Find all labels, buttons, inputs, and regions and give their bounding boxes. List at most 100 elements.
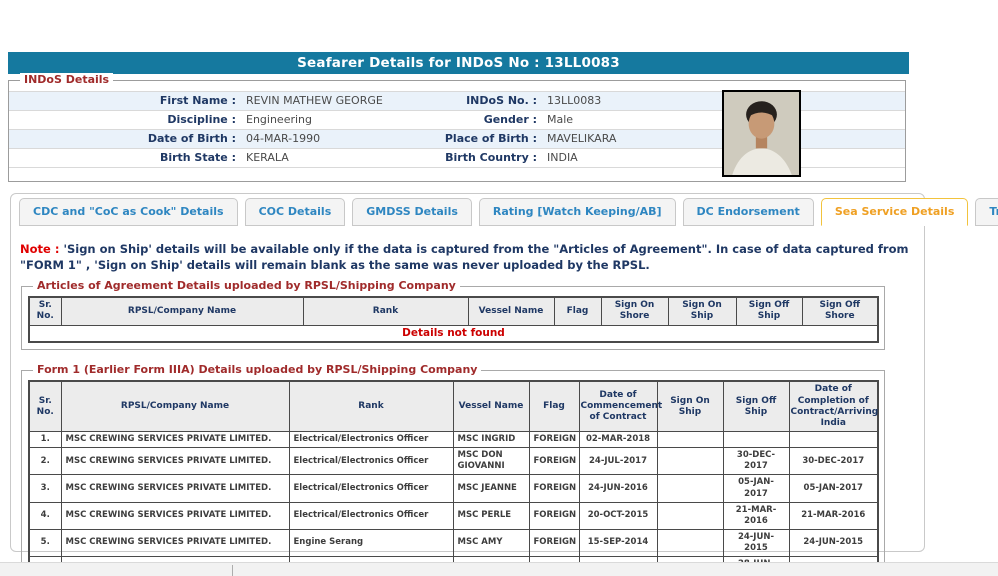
- table-cell: 05-JAN-2017: [789, 475, 878, 502]
- table-cell: [657, 475, 723, 502]
- note-label: Note :: [20, 242, 59, 256]
- column-header: Rank: [289, 381, 453, 432]
- table-cell: 24-JUN-2015: [723, 529, 789, 556]
- column-header: RPSL/Company Name: [61, 297, 303, 325]
- table-cell: 02-MAR-2018: [579, 432, 657, 448]
- field-label: Gender :: [441, 111, 537, 129]
- table-cell: FOREIGN: [529, 529, 579, 556]
- table-cell: MSC INGRID: [453, 432, 529, 448]
- table-cell: 3.: [29, 475, 61, 502]
- field-label: First Name :: [9, 92, 236, 110]
- table-cell: 30-DEC-2017: [723, 448, 789, 475]
- column-header: RPSL/Company Name: [61, 381, 289, 432]
- table-cell: 4.: [29, 502, 61, 529]
- column-header: Sign Off Shore: [802, 297, 878, 325]
- table-cell: 15-SEP-2014: [579, 529, 657, 556]
- table-cell: Electrical/Electronics Officer: [289, 448, 453, 475]
- table-cell: 21-MAR-2016: [723, 502, 789, 529]
- table-cell: [657, 502, 723, 529]
- table-cell: 2.: [29, 448, 61, 475]
- seafarer-details-page: Seafarer Details for INDoS No : 13LL0083…: [0, 0, 998, 576]
- field-value: INDIA: [537, 149, 905, 167]
- table-cell: 24-JUL-2017: [579, 448, 657, 475]
- field-value: Engineering: [236, 111, 441, 129]
- table-header-row: Sr. No. RPSL/Company Name Rank Vessel Na…: [29, 381, 878, 432]
- tab-rating-watch-keeping-ab[interactable]: Rating [Watch Keeping/AB]: [479, 198, 676, 226]
- form1-table: Sr. No. RPSL/Company Name Rank Vessel Na…: [28, 380, 879, 576]
- table-cell: [657, 529, 723, 556]
- table-cell: FOREIGN: [529, 502, 579, 529]
- field-label: Birth State :: [9, 149, 236, 167]
- note: Note : 'Sign on Ship' details will be av…: [20, 241, 914, 273]
- table-cell: MSC CREWING SERVICES PRIVATE LIMITED.: [61, 432, 289, 448]
- field-label: Date of Birth :: [9, 130, 236, 148]
- page-title-bar: Seafarer Details for INDoS No : 13LL0083: [8, 52, 909, 74]
- table-cell: [657, 448, 723, 475]
- table-cell: MSC CREWING SERVICES PRIVATE LIMITED.: [61, 448, 289, 475]
- column-header: Date of Completion of Contract/Arriving …: [789, 381, 878, 432]
- note-text: 'Sign on Ship' details will be available…: [20, 242, 908, 272]
- column-header: Rank: [303, 297, 468, 325]
- horizontal-scrollbar[interactable]: [0, 562, 998, 576]
- column-header: Sign On Ship: [657, 381, 723, 432]
- table-cell: MSC CREWING SERVICES PRIVATE LIMITED.: [61, 475, 289, 502]
- column-header: Flag: [554, 297, 601, 325]
- table-row: Details not found: [29, 325, 878, 342]
- table-cell: [657, 432, 723, 448]
- table-cell: FOREIGN: [529, 475, 579, 502]
- table-cell: MSC CREWING SERVICES PRIVATE LIMITED.: [61, 529, 289, 556]
- table-cell: 21-MAR-2016: [789, 502, 878, 529]
- table-header-row: Sr. No. RPSL/Company Name Rank Vessel Na…: [29, 297, 878, 325]
- tab-dc-endorsement[interactable]: DC Endorsement: [683, 198, 814, 226]
- column-header: Sign On Shore: [601, 297, 668, 325]
- table-cell: Electrical/Electronics Officer: [289, 475, 453, 502]
- column-header: Flag: [529, 381, 579, 432]
- table-cell: MSC CREWING SERVICES PRIVATE LIMITED.: [61, 502, 289, 529]
- column-header: Sr. No.: [29, 297, 61, 325]
- field-label: INDoS No. :: [441, 92, 537, 110]
- table-cell: [723, 432, 789, 448]
- table-cell: 30-DEC-2017: [789, 448, 878, 475]
- field-label: Discipline :: [9, 111, 236, 129]
- table-row: 2.MSC CREWING SERVICES PRIVATE LIMITED.E…: [29, 448, 878, 475]
- field-value: Male: [537, 111, 905, 129]
- page-title: Seafarer Details for INDoS No : 13LL0083: [297, 55, 620, 71]
- articles-table: Sr. No. RPSL/Company Name Rank Vessel Na…: [28, 296, 879, 343]
- table-cell: 24-JUN-2016: [579, 475, 657, 502]
- tab-training-details[interactable]: Training Details: [975, 198, 998, 226]
- seafarer-photo: [722, 90, 801, 177]
- column-header: Vessel Name: [468, 297, 554, 325]
- tab-gmdss-details[interactable]: GMDSS Details: [352, 198, 472, 226]
- field-value: 04-MAR-1990: [236, 130, 441, 148]
- table-cell: 05-JAN-2017: [723, 475, 789, 502]
- table-row: 3.MSC CREWING SERVICES PRIVATE LIMITED.E…: [29, 475, 878, 502]
- tab-coc-details[interactable]: COC Details: [245, 198, 346, 226]
- form1-legend: Form 1 (Earlier Form IIIA) Details uploa…: [33, 363, 481, 376]
- table-cell: Electrical/Electronics Officer: [289, 502, 453, 529]
- tab-cdc-coc-cook-details[interactable]: CDC and "CoC as Cook" Details: [19, 198, 238, 226]
- table-row: 1.MSC CREWING SERVICES PRIVATE LIMITED.E…: [29, 432, 878, 448]
- field-value: REVIN MATHEW GEORGE: [236, 92, 441, 110]
- tab-sea-service-details[interactable]: Sea Service Details: [821, 198, 969, 226]
- table-cell: MSC AMY: [453, 529, 529, 556]
- table-cell: Electrical/Electronics Officer: [289, 432, 453, 448]
- field-value: 13LL0083: [537, 92, 905, 110]
- column-header: Vessel Name: [453, 381, 529, 432]
- table-cell: [789, 432, 878, 448]
- field-value: MAVELIKARA: [537, 130, 905, 148]
- table-cell: Engine Serang: [289, 529, 453, 556]
- form1-fieldset: Form 1 (Earlier Form IIIA) Details uploa…: [21, 370, 885, 576]
- table-cell: FOREIGN: [529, 432, 579, 448]
- empty-message: Details not found: [29, 325, 878, 342]
- field-label: Birth Country :: [441, 149, 537, 167]
- table-cell: 5.: [29, 529, 61, 556]
- tab-content-panel: CDC and "CoC as Cook" Details COC Detail…: [10, 193, 925, 552]
- column-header: Sign On Ship: [668, 297, 736, 325]
- table-cell: 24-JUN-2015: [789, 529, 878, 556]
- column-header: Date of Commencement of Contract: [579, 381, 657, 432]
- table-cell: FOREIGN: [529, 448, 579, 475]
- table-row: 5.MSC CREWING SERVICES PRIVATE LIMITED.E…: [29, 529, 878, 556]
- table-cell: MSC DON GIOVANNI: [453, 448, 529, 475]
- indos-details-legend: INDoS Details: [20, 73, 113, 86]
- column-header: Sr. No.: [29, 381, 61, 432]
